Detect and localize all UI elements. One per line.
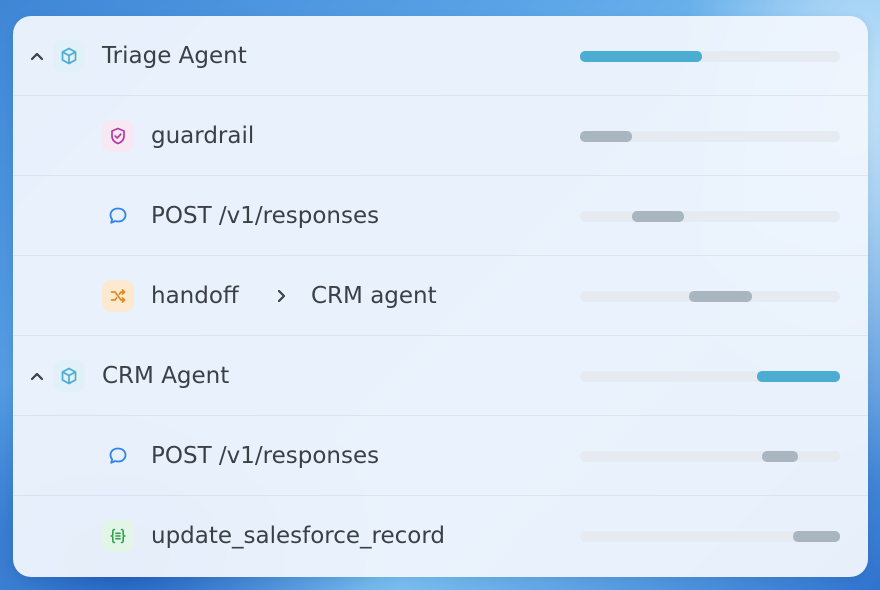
shuffle-icon [102, 280, 134, 312]
timeline-track [580, 291, 840, 302]
span-name: POST /v1/responses [151, 443, 380, 469]
timeline-bar[interactable] [689, 291, 752, 302]
timeline-track [580, 371, 840, 382]
trace-row-function[interactable]: update_salesforce_record [13, 496, 868, 576]
function-braces-icon [102, 520, 134, 552]
trace-row-guardrail[interactable]: guardrail [13, 96, 868, 176]
timeline-bar[interactable] [762, 451, 799, 462]
span-name: guardrail [151, 123, 255, 149]
timeline-bar[interactable] [756, 371, 840, 382]
span-name: handoff [151, 283, 239, 309]
trace-row-handoff[interactable]: handoff CRM agent [13, 256, 868, 336]
chevron-up-icon[interactable] [27, 46, 47, 66]
timeline-track [580, 531, 840, 542]
timeline-bar[interactable] [580, 131, 632, 142]
cube-icon [53, 360, 85, 392]
chat-bubble-icon [102, 200, 134, 232]
timeline-bar[interactable] [580, 51, 703, 62]
agent-name: Triage Agent [102, 43, 247, 69]
trace-row-response[interactable]: POST /v1/responses [13, 416, 868, 496]
cube-icon [53, 40, 85, 72]
span-name: update_salesforce_record [151, 523, 446, 549]
timeline-track [580, 51, 840, 62]
timeline-track [580, 451, 840, 462]
shield-check-icon [102, 120, 134, 152]
chevron-up-icon[interactable] [27, 366, 47, 386]
trace-row-response[interactable]: POST /v1/responses [13, 176, 868, 256]
chat-bubble-icon [102, 440, 134, 472]
span-name: POST /v1/responses [151, 203, 380, 229]
trace-panel: Triage Agent guardrail POST /v1/response… [13, 16, 868, 577]
chevron-right-icon [271, 286, 291, 306]
timeline-track [580, 211, 840, 222]
timeline-bar[interactable] [632, 211, 684, 222]
trace-row-triage-agent[interactable]: Triage Agent [13, 16, 868, 96]
handoff-target: CRM agent [311, 283, 437, 309]
timeline-track [580, 131, 840, 142]
agent-name: CRM Agent [102, 363, 230, 389]
trace-row-crm-agent[interactable]: CRM Agent [13, 336, 868, 416]
timeline-bar[interactable] [793, 531, 840, 542]
